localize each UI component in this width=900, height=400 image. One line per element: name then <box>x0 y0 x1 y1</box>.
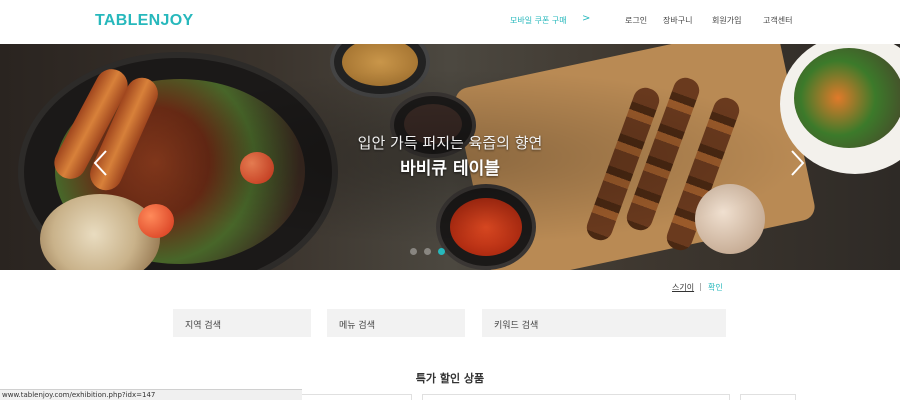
confirm-search-toggle[interactable]: 확인 <box>708 282 723 293</box>
hero-banner[interactable]: 입안 가득 퍼지는 육즙의 향연 바비큐 테이블 <box>0 44 900 270</box>
nav-signup[interactable]: 회원가입 <box>712 15 741 26</box>
mobile-coupon-link[interactable]: 모바일 쿠폰 구매 <box>510 15 567 26</box>
special-discount-heading: 특가 할인 상품 <box>415 372 485 385</box>
chevron-right-icon[interactable]: > <box>582 13 590 24</box>
hero-subtitle: 입안 가득 퍼지는 육즙의 향연 <box>357 134 543 152</box>
nav-customer-center[interactable]: 고객센터 <box>763 15 792 26</box>
slide-dot-active[interactable] <box>438 248 445 255</box>
chevron-right-icon[interactable] <box>786 148 808 178</box>
slide-dot[interactable] <box>424 248 431 255</box>
collapse-search-toggle[interactable]: 스기이 <box>672 282 694 293</box>
nav-login[interactable]: 로그인 <box>625 15 647 26</box>
hero-title: 바비큐 테이블 <box>400 159 500 179</box>
slide-dot[interactable] <box>410 248 417 255</box>
product-card[interactable] <box>422 394 730 400</box>
site-logo[interactable]: TABLENJOY <box>95 12 193 30</box>
toggle-separator: | <box>699 282 702 291</box>
chevron-left-icon[interactable] <box>90 148 112 178</box>
product-card[interactable] <box>740 394 796 400</box>
keyword-search-box[interactable]: 키워드 검색 <box>482 309 726 337</box>
menu-search-box[interactable]: 메뉴 검색 <box>327 309 465 337</box>
product-card[interactable] <box>300 394 412 400</box>
slide-indicator <box>410 248 445 255</box>
site-header: TABLENJOY 모바일 쿠폰 구매 > 로그인 장바구니 회원가입 고객센터 <box>0 0 900 44</box>
status-bar-url: www.tablenjoy.com/exhibition.php?idx=147 <box>0 389 302 400</box>
nav-cart[interactable]: 장바구니 <box>663 15 692 26</box>
region-search-box[interactable]: 지역 검색 <box>173 309 311 337</box>
